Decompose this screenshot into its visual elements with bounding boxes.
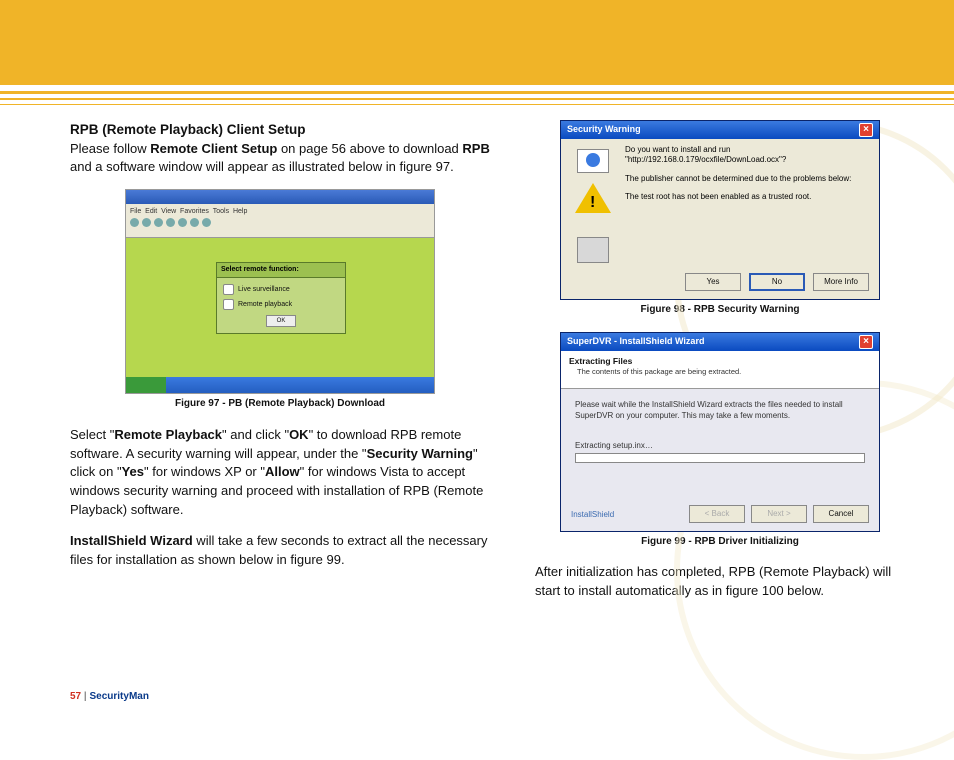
text: Do you want to install and run "http://1…: [625, 145, 871, 166]
close-icon[interactable]: ×: [859, 123, 873, 137]
dialog-text: Do you want to install and run "http://1…: [625, 145, 871, 263]
more-info-button[interactable]: More Info: [813, 273, 869, 291]
section-heading: RPB (Remote Playback) Client Setup: [70, 120, 490, 140]
text: Select ": [70, 427, 114, 442]
taskbar: [126, 377, 434, 393]
globe-icon: [577, 149, 609, 173]
no-button[interactable]: No: [749, 273, 805, 291]
text: The test root has not been enabled as a …: [625, 192, 871, 202]
computer-icon: [577, 237, 609, 263]
yes-button[interactable]: Yes: [685, 273, 741, 291]
browser-titlebar: [126, 190, 434, 204]
paragraph: After initialization has completed, RPB …: [535, 563, 905, 601]
text-bold: Allow: [265, 464, 300, 479]
text: on page 56 above to download: [277, 141, 462, 156]
back-button: < Back: [689, 505, 745, 523]
dialog-title: Select remote function:: [217, 263, 345, 278]
page-number: 57: [70, 691, 81, 702]
next-button: Next >: [751, 505, 807, 523]
text: Please wait while the InstallShield Wiza…: [575, 399, 865, 422]
figure-caption: Figure 98 - RPB Security Warning: [535, 303, 905, 318]
header-subtitle: The contents of this package are being e…: [569, 367, 871, 378]
figure-caption: Figure 97 - PB (Remote Playback) Downloa…: [70, 397, 490, 412]
window-titlebar: Security Warning ×: [561, 121, 879, 139]
right-column: Security Warning × Do you want to instal…: [535, 120, 905, 613]
figure-97: File Edit View Favorites Tools Help Sele…: [125, 189, 435, 394]
ok-button[interactable]: OK: [266, 315, 296, 327]
page-footer: 57 | SecurityMan: [70, 691, 149, 702]
installshield-brand: InstallShield: [571, 509, 614, 521]
figure-99-installshield: SuperDVR - InstallShield Wizard × Extrac…: [560, 332, 880, 532]
paragraph: Select "Remote Playback" and click "OK " …: [70, 426, 490, 520]
text: " for windows XP or ": [144, 464, 265, 479]
text: " and click ": [222, 427, 289, 442]
cancel-button[interactable]: Cancel: [813, 505, 869, 523]
header-title: Extracting Files: [569, 355, 871, 367]
figure-caption: Figure 99 - RPB Driver Initializing: [535, 535, 905, 550]
text: The publisher cannot be determined due t…: [625, 174, 871, 184]
option-live-surveillance[interactable]: Live surveillance: [223, 282, 339, 297]
text-bold: Remote Playback: [114, 427, 222, 442]
text: and a software window will appear as ill…: [70, 159, 454, 174]
progress-section: Extracting setup.inx…: [575, 440, 865, 464]
progress-label: Extracting setup.inx…: [575, 440, 865, 452]
paragraph: Please follow Remote Client Setup on pag…: [70, 140, 490, 178]
footer-brand: SecurityMan: [89, 691, 148, 702]
playback-icon: [223, 299, 234, 310]
window-title: Security Warning: [567, 123, 641, 136]
warning-icon: [575, 183, 611, 213]
text-bold: Remote Client Setup: [150, 141, 277, 156]
wizard-body: Please wait while the InstallShield Wiza…: [561, 389, 879, 474]
text-bold: OK: [289, 427, 309, 442]
left-column: RPB (Remote Playback) Client Setup Pleas…: [70, 120, 490, 613]
option-label: Remote playback: [238, 300, 292, 310]
camera-icon: [223, 284, 234, 295]
paragraph: InstallShield Wizard will take a few sec…: [70, 532, 490, 570]
start-button[interactable]: [126, 377, 166, 393]
divider: [0, 98, 954, 100]
text-bold: RPB: [462, 141, 489, 156]
close-icon[interactable]: ×: [859, 335, 873, 349]
text-bold: Security Warning: [367, 446, 473, 461]
text: Please follow: [70, 141, 150, 156]
figure-98-security-warning: Security Warning × Do you want to instal…: [560, 120, 880, 300]
text-bold: InstallShield Wizard: [70, 533, 193, 548]
option-label: Live surveillance: [238, 285, 290, 295]
select-function-dialog: Select remote function: Live surveillanc…: [216, 262, 346, 334]
top-banner: [0, 0, 954, 85]
divider: [0, 91, 954, 94]
progress-bar: [575, 453, 865, 463]
window-title: SuperDVR - InstallShield Wizard: [567, 335, 704, 348]
wizard-header: Extracting Files The contents of this pa…: [561, 351, 879, 389]
option-remote-playback[interactable]: Remote playback: [223, 297, 339, 312]
browser-toolbar: File Edit View Favorites Tools Help: [126, 204, 434, 238]
window-titlebar: SuperDVR - InstallShield Wizard ×: [561, 333, 879, 351]
text-bold: Yes: [122, 464, 144, 479]
